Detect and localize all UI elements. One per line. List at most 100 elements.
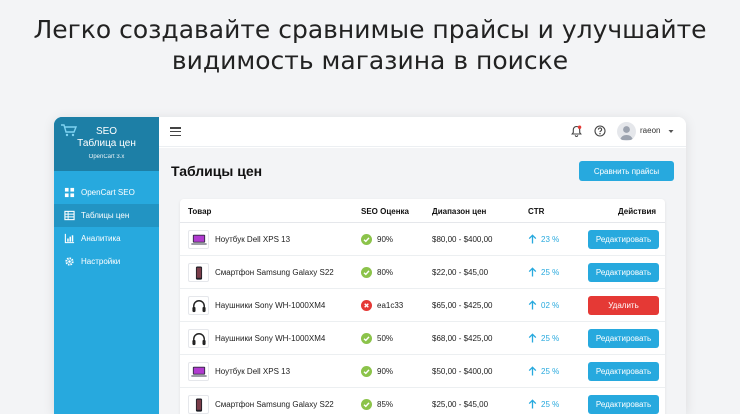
seo-score: 80% xyxy=(377,268,394,277)
ctr-value: 25 % xyxy=(541,367,560,376)
sidebar-item-opencart-seo[interactable]: OpenCart SEO xyxy=(54,181,159,204)
hero-line-1: Легко создавайте сравнимые прайсы и улуч… xyxy=(33,15,707,44)
price-range: $65,00 - $425,00 xyxy=(432,301,493,310)
check-status-icon xyxy=(361,234,372,245)
main-content: Таблицы цен Сравнить прайсы Товар SEO Оц… xyxy=(159,148,686,414)
ctr-value: 25 % xyxy=(541,334,560,343)
product-thumbnail[interactable] xyxy=(188,329,209,348)
brand-subtitle: OpenCart 3.x xyxy=(88,154,125,160)
menu-toggle-icon[interactable] xyxy=(170,127,181,137)
laptop-icon xyxy=(190,234,207,245)
seo-score: 90% xyxy=(377,367,394,376)
compare-prices-button[interactable]: Сравнить прайсы xyxy=(579,161,674,181)
table-header: Товар SEO Оценка Диапазон цен CTR Действ… xyxy=(180,199,665,223)
username[interactable]: raeon xyxy=(640,126,660,135)
sidebar-nav: OpenCart SEO Таблицы цен Аналитика Настр… xyxy=(54,171,159,273)
header-price-range: Диапазон цен xyxy=(432,207,487,216)
product-name[interactable]: Ноутбук Dell XPS 13 xyxy=(215,235,290,244)
edit-button[interactable]: Редактировать xyxy=(588,230,659,249)
ctr-value: 25 % xyxy=(541,400,560,409)
ctr-value: 02 % xyxy=(541,301,560,310)
dashboard-icon xyxy=(64,187,75,198)
price-range: $25,00 - $45,00 xyxy=(432,400,489,409)
price-range: $80,00 - $400,00 xyxy=(432,235,493,244)
sidebar-item-label: Настройки xyxy=(81,257,121,266)
product-thumbnail[interactable] xyxy=(188,230,209,249)
table-row: Ноутбук Dell XPS 13 90% $50,00 - $400,00 25… xyxy=(180,355,665,388)
hero-line-2: видимость магазина в поиске xyxy=(171,46,569,75)
headphones-icon xyxy=(191,299,206,312)
check-status-icon xyxy=(361,267,372,278)
product-name[interactable]: Смартфон Samsung Galaxy S22 xyxy=(215,400,334,409)
headphones-icon xyxy=(191,332,206,345)
bell-icon[interactable] xyxy=(571,125,582,137)
table-row: Смартфон Samsung Galaxy S22 80% $22,00 - $… xyxy=(180,256,665,289)
table-row: Смартфон Samsung Galaxy S22 85% $25,00 - $… xyxy=(180,388,665,414)
table-icon xyxy=(64,210,75,221)
sidebar: SEO Таблица цен OpenCart 3.x OpenCart SE… xyxy=(54,117,159,414)
header-seo-score: SEO Оценка xyxy=(361,207,409,216)
seo-score: 50% xyxy=(377,334,394,343)
product-thumbnail[interactable] xyxy=(188,362,209,381)
product-name[interactable]: Наушники Sony WH-1000XM4 xyxy=(215,301,325,310)
arrow-up-icon xyxy=(528,300,537,310)
header-actions: Действия xyxy=(618,207,657,216)
edit-button[interactable]: Редактировать xyxy=(588,329,659,348)
app-window: SEO Таблица цен OpenCart 3.x OpenCart SE… xyxy=(54,117,686,414)
sidebar-item-settings[interactable]: Настройки xyxy=(54,250,159,273)
sidebar-item-price-tables[interactable]: Таблицы цен xyxy=(54,204,159,227)
check-status-icon xyxy=(361,366,372,377)
arrow-up-icon xyxy=(528,399,537,409)
topbar: raeon xyxy=(159,117,686,147)
ctr-value: 25 % xyxy=(541,268,560,277)
arrow-up-icon xyxy=(528,366,537,376)
brand-title-2: Таблица цен xyxy=(77,138,136,149)
product-thumbnail[interactable] xyxy=(188,395,209,414)
product-thumbnail[interactable] xyxy=(188,296,209,315)
chevron-down-icon[interactable] xyxy=(668,129,674,134)
cart-logo-icon xyxy=(61,124,78,137)
price-table: Товар SEO Оценка Диапазон цен CTR Действ… xyxy=(180,199,665,414)
check-status-icon xyxy=(361,333,372,344)
arrow-up-icon xyxy=(528,234,537,244)
brand-block: SEO Таблица цен OpenCart 3.x xyxy=(54,117,159,171)
sidebar-item-label: Таблицы цен xyxy=(81,211,130,220)
phone-icon xyxy=(195,397,202,412)
table-row: Наушники Sony WH-1000XM4 ea1c33 $65,00 - $… xyxy=(180,289,665,322)
table-row: Ноутбук Dell XPS 13 90% $80,00 - $400,00 23… xyxy=(180,223,665,256)
edit-button[interactable]: Редактировать xyxy=(588,263,659,282)
product-name[interactable]: Ноутбук Dell XPS 13 xyxy=(215,367,290,376)
seo-score: 85% xyxy=(377,400,394,409)
seo-score: ea1c33 xyxy=(377,301,404,310)
gear-icon xyxy=(65,257,74,266)
price-range: $22,00 - $45,00 xyxy=(432,268,489,277)
error-status-icon xyxy=(361,300,372,311)
sidebar-item-label: Аналитика xyxy=(81,234,121,243)
arrow-up-icon xyxy=(528,333,537,343)
check-status-icon xyxy=(361,399,372,410)
product-name[interactable]: Наушники Sony WH-1000XM4 xyxy=(215,334,325,343)
phone-icon xyxy=(195,265,202,280)
hero-heading: Легко создавайте сравнимые прайсы и улуч… xyxy=(0,14,740,76)
brand-title-1: SEO xyxy=(95,126,118,137)
user-avatar-icon xyxy=(620,126,633,140)
product-name[interactable]: Смартфон Samsung Galaxy S22 xyxy=(215,268,334,277)
chart-icon xyxy=(64,233,75,244)
product-thumbnail[interactable] xyxy=(188,263,209,282)
price-range: $68,00 - $425,00 xyxy=(432,334,493,343)
page-title: Таблицы цен xyxy=(171,163,263,179)
sidebar-item-label: OpenCart SEO xyxy=(81,188,135,197)
ctr-value: 23 % xyxy=(541,235,560,244)
sidebar-item-analytics[interactable]: Аналитика xyxy=(54,227,159,250)
header-ctr: CTR xyxy=(528,207,545,216)
help-icon[interactable] xyxy=(594,125,606,137)
edit-button[interactable]: Редактировать xyxy=(588,362,659,381)
edit-button[interactable]: Редактировать xyxy=(588,395,659,414)
laptop-icon xyxy=(190,366,207,377)
header-product: Товар xyxy=(188,207,212,216)
price-range: $50,00 - $400,00 xyxy=(432,367,493,376)
delete-button[interactable]: Удалить xyxy=(588,296,659,315)
avatar[interactable] xyxy=(617,122,636,141)
table-row: Наушники Sony WH-1000XM4 50% $68,00 - $425… xyxy=(180,322,665,355)
seo-score: 90% xyxy=(377,235,394,244)
